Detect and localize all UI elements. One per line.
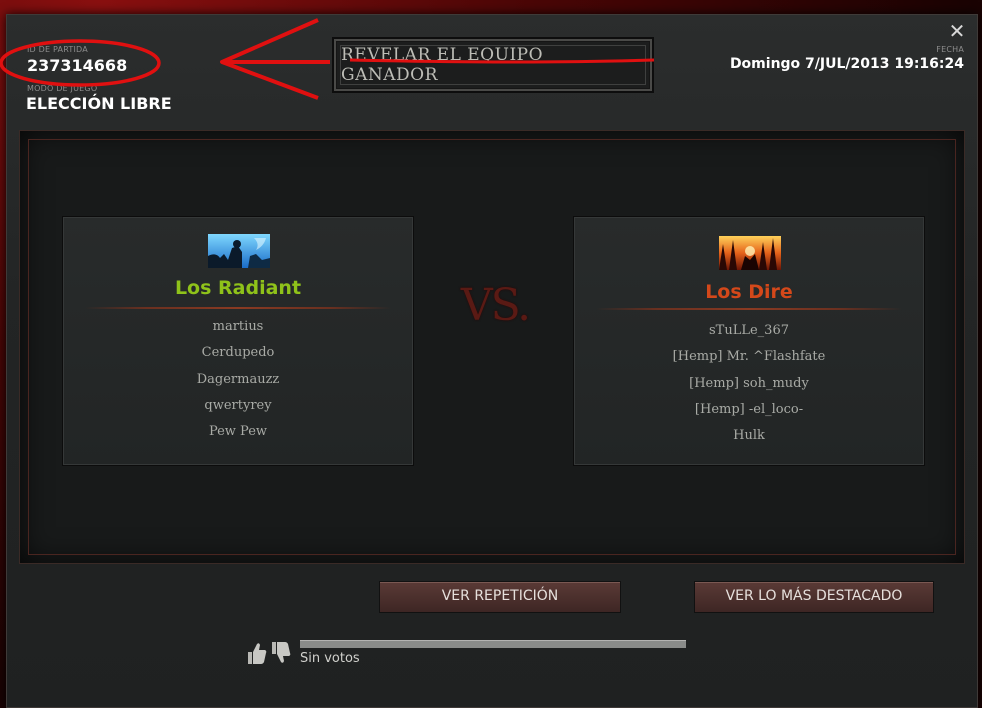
vs-label: VS. (460, 280, 531, 331)
dire-icon (719, 236, 781, 270)
thumbs-up-icon[interactable] (246, 640, 268, 666)
radiant-player[interactable]: qwertyrey (63, 393, 413, 419)
dire-player[interactable]: [Hemp] Mr. ^Flashfate (574, 344, 924, 370)
vote-status: Sin votos (300, 651, 360, 666)
radiant-player-list: martius Cerdupedo Dagermauzz qwertyrey P… (63, 314, 413, 445)
radiant-divider (85, 307, 391, 309)
dire-player[interactable]: sTuLLe_367 (574, 318, 924, 344)
watch-replay-button[interactable]: VER REPETICIÓN (379, 581, 621, 613)
dire-player[interactable]: [Hemp] -el_loco- (574, 397, 924, 423)
dire-panel: Los Dire sTuLLe_367 [Hemp] Mr. ^Flashfat… (573, 216, 925, 466)
radiant-panel: Los Radiant martius Cerdupedo Dagermauzz… (62, 216, 414, 466)
vote-bar (300, 640, 686, 648)
reveal-winner-label: REVELAR EL EQUIPO GANADOR (340, 45, 646, 85)
radiant-player[interactable]: Cerdupedo (63, 340, 413, 366)
thumbs-down-icon[interactable] (270, 640, 292, 666)
watch-highlights-button[interactable]: VER LO MÁS DESTACADO (694, 581, 934, 613)
dire-player[interactable]: Hulk (574, 423, 924, 449)
dire-team-name: Los Dire (705, 281, 793, 303)
close-icon[interactable]: ✕ (946, 20, 968, 42)
radiant-team-name: Los Radiant (174, 277, 302, 299)
match-id: 237314668 (27, 56, 128, 75)
dire-player[interactable]: [Hemp] soh_mudy (574, 371, 924, 397)
match-date: Domingo 7/JUL/2013 19:16:24 (729, 56, 964, 72)
radiant-player[interactable]: Pew Pew (63, 419, 413, 445)
match-id-label: ID DE PARTIDA (27, 45, 88, 54)
dire-divider (596, 308, 902, 310)
date-label: FECHA (936, 45, 964, 54)
game-mode: ELECCIÓN LIBRE (26, 94, 172, 113)
game-mode-label: MODO DE JUEGO (27, 84, 98, 93)
radiant-player[interactable]: Dagermauzz (63, 367, 413, 393)
radiant-player[interactable]: martius (63, 314, 413, 340)
dire-player-list: sTuLLe_367 [Hemp] Mr. ^Flashfate [Hemp] … (574, 318, 924, 449)
radiant-icon (208, 234, 270, 268)
reveal-winner-button[interactable]: REVELAR EL EQUIPO GANADOR (332, 37, 654, 93)
